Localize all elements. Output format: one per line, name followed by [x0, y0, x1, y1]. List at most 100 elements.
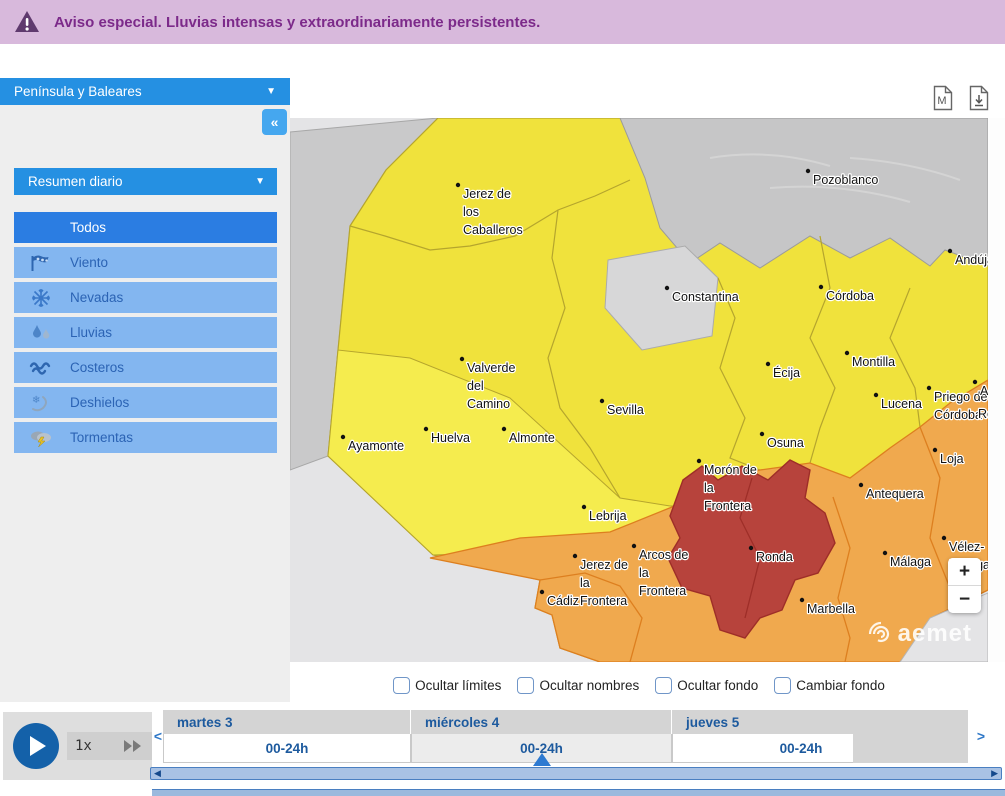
city-dot	[502, 427, 506, 431]
svg-text:Málaga: Málaga	[890, 555, 931, 569]
checkbox-unchecked[interactable]	[517, 677, 534, 694]
filter-label: Nevadas	[70, 290, 123, 305]
day-label: jueves 5	[686, 715, 739, 730]
filter-item-tormentas[interactable]: Tormentas	[14, 422, 277, 453]
svg-text:Ayamonte: Ayamonte	[348, 439, 404, 453]
svg-text:Almonte: Almonte	[509, 431, 555, 445]
option-ocultar-nombres[interactable]: Ocultar nombres	[517, 677, 639, 694]
sidebar-panel: « Resumen diario ▼ Todos Viento Nevadas Llu…	[0, 105, 290, 702]
map-toolbar: M	[932, 85, 990, 111]
filter-label: Lluvias	[70, 325, 112, 340]
map-options-row: Ocultar límites Ocultar nombres Ocultar fo…	[290, 668, 988, 702]
timeline-current-marker	[533, 753, 551, 766]
zoom-in-button[interactable]: +	[948, 558, 981, 586]
svg-text:Osuna: Osuna	[767, 436, 804, 450]
day-label: martes 3	[177, 715, 233, 730]
city-dot	[806, 169, 810, 173]
option-label: Cambiar fondo	[796, 678, 885, 693]
thaw-icon: ❄	[28, 392, 54, 414]
svg-text:Pozoblanco: Pozoblanco	[813, 173, 878, 187]
city-dot	[845, 351, 849, 355]
timeline-next-button[interactable]: >	[975, 710, 987, 762]
summary-selector-dropdown[interactable]: Resumen diario ▼	[14, 168, 277, 195]
city-dot	[582, 505, 586, 509]
scroll-left-icon[interactable]: ◀	[154, 769, 161, 778]
region-selector-label: Península y Baleares	[14, 84, 142, 99]
city-dot	[883, 551, 887, 555]
banner-text: Aviso especial. Lluvias intensas y extra…	[54, 14, 540, 31]
filter-label: Costeros	[70, 360, 124, 375]
city-dot	[424, 427, 428, 431]
city-dot	[632, 544, 636, 548]
filter-label: Tormentas	[70, 430, 133, 445]
day-header: martes 3	[163, 710, 411, 734]
storm-icon	[28, 427, 54, 449]
filter-item-deshielos[interactable]: ❄ Deshielos	[14, 387, 277, 418]
option-label: Ocultar nombres	[539, 678, 639, 693]
svg-text:Lebrija: Lebrija	[589, 509, 627, 523]
checkbox-unchecked[interactable]	[655, 677, 672, 694]
download-icon[interactable]	[968, 85, 990, 111]
none-icon	[28, 217, 54, 239]
day-range-button[interactable]: 00-24h	[163, 734, 411, 763]
city-dot	[800, 598, 804, 602]
svg-text:Écija: Écija	[773, 365, 800, 380]
warning-filter-list: Todos Viento Nevadas Lluvias Costeros ❄ Deshie…	[14, 212, 277, 457]
svg-text:Andújar: Andújar	[955, 253, 988, 267]
filter-item-viento[interactable]: Viento	[14, 247, 277, 278]
region-selector-dropdown[interactable]: Península y Baleares ▼	[0, 78, 290, 105]
option-ocultar-límites[interactable]: Ocultar límites	[393, 677, 501, 694]
map-right-gutter	[988, 118, 1005, 662]
svg-text:Ronda: Ronda	[756, 550, 793, 564]
windsock-icon	[28, 252, 54, 274]
scroll-right-icon[interactable]: ▶	[991, 769, 998, 778]
city-dot	[460, 357, 464, 361]
city-dot	[973, 380, 977, 384]
svg-text:❄: ❄	[32, 395, 40, 406]
city-dot	[456, 183, 460, 187]
city-dot	[859, 483, 863, 487]
option-ocultar-fondo[interactable]: Ocultar fondo	[655, 677, 758, 694]
city-dot	[341, 435, 345, 439]
city-dot	[874, 393, 878, 397]
warnings-map[interactable]: Jerez delosCaballerosPozoblancoConstanti…	[290, 118, 988, 662]
checkbox-unchecked[interactable]	[774, 677, 791, 694]
option-cambiar-fondo[interactable]: Cambiar fondo	[774, 677, 885, 694]
map-city-label: Re	[978, 407, 988, 421]
city-dot	[927, 386, 931, 390]
timeline-scrollbar[interactable]: ◀ ▶	[150, 767, 1002, 780]
fast-forward-icon[interactable]	[122, 739, 144, 753]
city-dot	[942, 536, 946, 540]
svg-text:Sevilla: Sevilla	[607, 403, 644, 417]
day-header: miércoles 4	[411, 710, 672, 734]
speed-control[interactable]: 1x	[67, 732, 152, 760]
city-dot	[948, 249, 952, 253]
checkbox-unchecked[interactable]	[393, 677, 410, 694]
summary-selector-label: Resumen diario	[28, 174, 123, 189]
svg-text:Al: Al	[980, 384, 988, 398]
svg-text:Re: Re	[978, 407, 988, 421]
city-dot	[697, 459, 701, 463]
day-label: miércoles 4	[425, 715, 499, 730]
city-dot	[665, 286, 669, 290]
map-document-icon[interactable]: M	[932, 85, 954, 111]
city-dot	[749, 546, 753, 550]
svg-text:Antequera: Antequera	[866, 487, 924, 501]
filter-item-costeros[interactable]: Costeros	[14, 352, 277, 383]
sidebar-collapse-button[interactable]: «	[262, 109, 287, 135]
svg-text:Córdoba: Córdoba	[826, 289, 874, 303]
zoom-out-button[interactable]: −	[948, 586, 981, 613]
chevron-down-icon: ▼	[255, 176, 265, 187]
svg-text:Constantina: Constantina	[672, 290, 739, 304]
filter-label: Deshielos	[70, 395, 129, 410]
svg-text:Loja: Loja	[940, 452, 964, 466]
city-dot	[600, 399, 604, 403]
animation-player: 1x	[3, 712, 152, 780]
timeline-filler	[853, 710, 969, 763]
filter-item-todos[interactable]: Todos	[14, 212, 277, 243]
city-dot	[573, 554, 577, 558]
filter-item-nevadas[interactable]: Nevadas	[14, 282, 277, 313]
option-label: Ocultar límites	[415, 678, 501, 693]
filter-item-lluvias[interactable]: Lluvias	[14, 317, 277, 348]
play-button[interactable]	[13, 723, 59, 769]
